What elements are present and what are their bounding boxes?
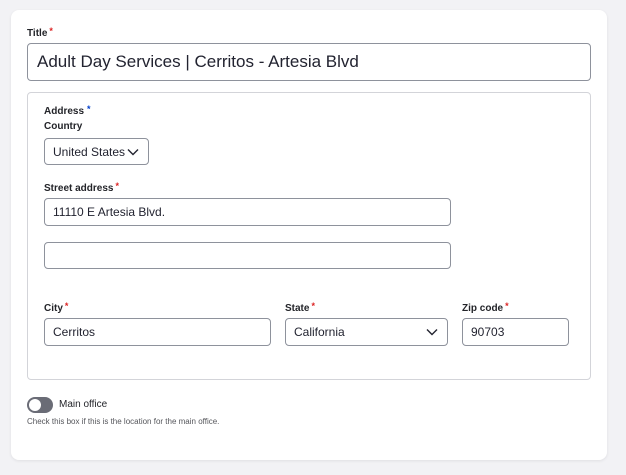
title-input[interactable] [27,43,591,81]
title-label: Title * [27,26,53,39]
zip-code-input[interactable] [462,318,569,346]
zip-code-label: Zip code * [462,301,509,314]
city-input[interactable] [44,318,271,346]
street-address-line2-input[interactable] [44,242,451,269]
required-marker: * [49,26,53,36]
country-select-value: United States [53,144,126,159]
state-select-value: California [294,325,345,339]
country-label: Country [44,121,83,132]
main-office-toggle[interactable] [27,397,53,413]
required-marker: * [311,301,315,311]
street-address-label: Street address * [44,181,119,194]
main-office-help-text: Check this box if this is the location f… [27,417,220,426]
required-marker: * [64,301,69,311]
required-marker: * [505,301,509,311]
address-fieldset: Address * Country United States Street ad… [27,92,591,380]
form-card: Title* Address* Country United States St… [11,10,607,460]
state-select[interactable]: California [285,318,448,346]
required-marker: * [87,104,91,114]
address-legend: Address * [44,104,91,117]
required-marker: * [115,181,119,191]
chevron-down-icon [127,148,139,155]
street-address-line1-input[interactable] [44,198,451,226]
city-label: City * [44,301,69,314]
main-office-label: Main office [59,399,108,410]
toggle-knob [29,399,41,411]
chevron-down-icon [426,329,438,336]
state-label: State * [285,301,315,314]
country-select[interactable]: United States [44,138,149,165]
